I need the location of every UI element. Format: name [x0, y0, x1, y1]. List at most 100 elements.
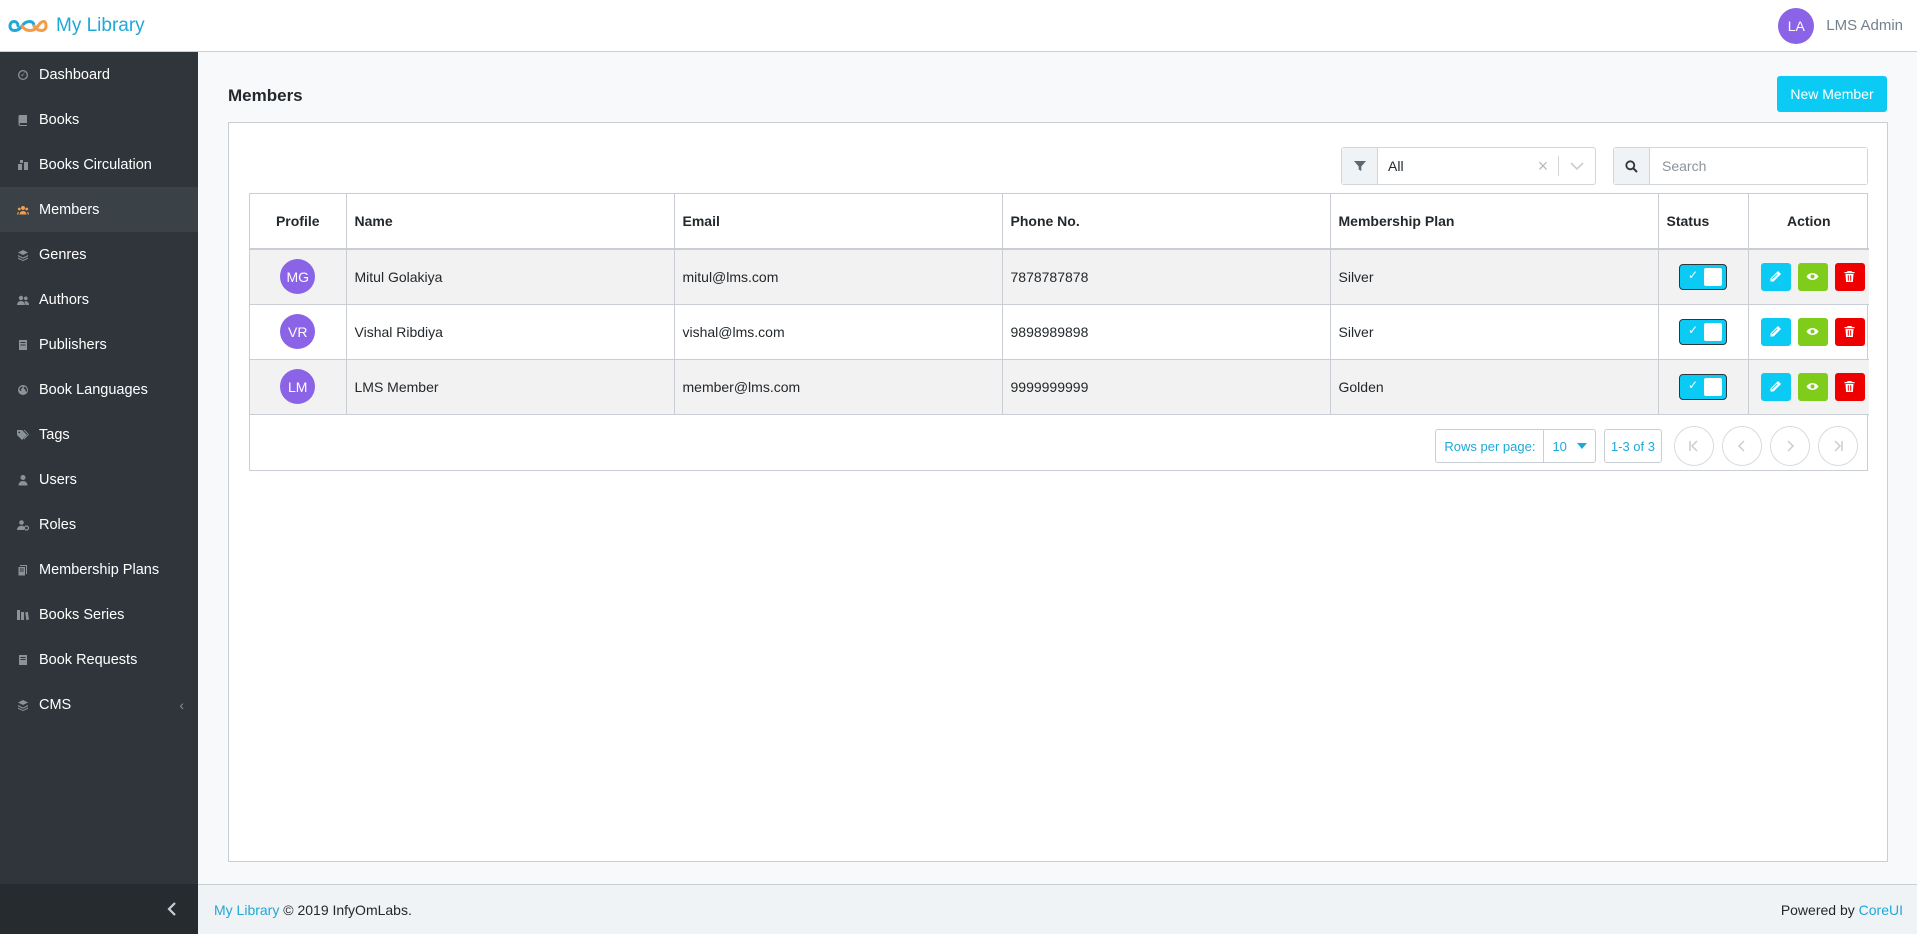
delete-button[interactable] — [1834, 262, 1865, 291]
view-button[interactable] — [1797, 262, 1828, 291]
sidebar-item-label: Books Series — [39, 606, 125, 623]
sidebar-item-dashboard[interactable]: Dashboard — [0, 52, 198, 97]
email-cell: mitul@lms.com — [674, 249, 1003, 305]
infinity-logo-icon — [8, 19, 48, 32]
previous-page-button[interactable] — [1722, 426, 1762, 466]
view-button[interactable] — [1797, 372, 1828, 401]
sidebar-item-genres[interactable]: Genres — [0, 232, 198, 277]
first-page-icon — [1689, 440, 1698, 452]
sidebar-item-members[interactable]: Members — [0, 187, 198, 232]
sidebar-item-label: Roles — [39, 516, 77, 533]
column-header-membership-plan[interactable]: Membership Plan — [1330, 194, 1659, 250]
profile-cell: LM — [250, 359, 347, 415]
check-icon: ✓ — [1688, 377, 1699, 392]
sidebar-item-book-requests[interactable]: Book Requests — [0, 637, 198, 682]
chevron-right-icon — [1787, 440, 1795, 452]
column-header-name[interactable]: Name — [346, 194, 675, 250]
column-header-status[interactable]: Status — [1658, 194, 1749, 250]
sidebar-item-tags[interactable]: Tags — [0, 412, 198, 457]
sidebar-item-label: CMS — [39, 696, 72, 713]
edit-button[interactable] — [1760, 262, 1791, 291]
plan-cell: Silver — [1330, 304, 1659, 360]
sidebar-item-membership-plans[interactable]: Membership Plans — [0, 547, 198, 592]
check-icon: ✓ — [1688, 267, 1699, 282]
rows-per-page-select[interactable]: 10 — [1544, 430, 1594, 462]
sidebar-item-label: Publishers — [39, 336, 107, 353]
check-icon: ✓ — [1688, 322, 1699, 337]
column-header-profile[interactable]: Profile — [250, 194, 347, 250]
search-input[interactable] — [1650, 148, 1867, 184]
chevron-left-icon — [1737, 440, 1745, 452]
sidebar-minimizer[interactable] — [0, 884, 198, 934]
sidebar-item-label: Books — [39, 111, 80, 128]
user-menu[interactable]: LA LMS Admin — [1778, 7, 1903, 44]
first-page-button[interactable] — [1674, 426, 1714, 466]
eye-icon — [1806, 328, 1819, 335]
status-cell: ✓ — [1658, 304, 1749, 360]
sidebar-item-cms[interactable]: CMS ‹ — [0, 682, 198, 727]
sidebar-item-books-circulation[interactable]: Books Circulation — [0, 142, 198, 187]
members-table: Profile Name Email Phone No. Membership … — [249, 193, 1869, 471]
column-header-phone[interactable]: Phone No. — [1002, 194, 1331, 250]
sidebar-item-users[interactable]: Users — [0, 457, 198, 502]
name-cell: Mitul Golakiya — [346, 249, 675, 305]
chevron-down-icon[interactable] — [1559, 148, 1595, 184]
avatar[interactable]: LA — [1778, 7, 1815, 44]
avatar: VR — [280, 314, 316, 349]
edit-button[interactable] — [1760, 372, 1791, 401]
view-button[interactable] — [1797, 317, 1828, 346]
last-page-button[interactable] — [1818, 426, 1858, 466]
pagination: Rows per page: 10 1-3 of 3 — [1435, 426, 1858, 466]
trash-icon — [1844, 326, 1855, 337]
users-group-icon — [16, 203, 30, 217]
next-page-button[interactable] — [1770, 426, 1810, 466]
speedometer-icon — [16, 68, 30, 82]
action-cell — [1748, 359, 1869, 415]
footer-brand-link[interactable]: My Library — [214, 902, 279, 918]
tags-icon — [16, 428, 30, 442]
close-icon[interactable]: × — [1528, 148, 1558, 184]
plan-cell: Golden — [1330, 359, 1659, 415]
layers-icon — [16, 248, 30, 262]
sidebar-item-book-languages[interactable]: Book Languages — [0, 367, 198, 412]
footer-copyright: © 2019 InfyOmLabs. — [283, 901, 412, 918]
user-name[interactable]: LMS Admin — [1826, 17, 1903, 34]
plan-cell: Silver — [1330, 249, 1659, 305]
sidebar-item-authors[interactable]: Authors — [0, 277, 198, 322]
brand-name: My Library — [56, 14, 145, 36]
status-toggle[interactable]: ✓ — [1679, 263, 1727, 290]
series-icon — [16, 608, 30, 622]
status-filter-select[interactable]: All × — [1341, 147, 1596, 185]
footer-right: Powered by CoreUI — [1781, 902, 1903, 918]
delete-button[interactable] — [1834, 317, 1865, 346]
sidebar-item-label: Genres — [39, 246, 87, 263]
avatar: MG — [280, 259, 316, 295]
sidebar-item-books-series[interactable]: Books Series — [0, 592, 198, 637]
clipboard-icon — [16, 563, 30, 577]
eye-icon — [1806, 383, 1819, 390]
trash-icon — [1844, 381, 1855, 392]
rows-per-page: Rows per page: 10 — [1435, 429, 1596, 463]
status-toggle[interactable]: ✓ — [1679, 373, 1727, 400]
footer-coreui-link[interactable]: CoreUI — [1859, 902, 1903, 918]
name-cell: LMS Member — [346, 359, 675, 415]
sidebar-item-roles[interactable]: Roles — [0, 502, 198, 547]
status-toggle[interactable]: ✓ — [1679, 318, 1727, 345]
column-header-email[interactable]: Email — [674, 194, 1003, 250]
table-row: VR Vishal Ribdiya vishal@lms.com 9898989… — [250, 304, 1869, 360]
caret-down-icon — [1576, 443, 1587, 449]
brand[interactable]: My Library — [8, 15, 145, 37]
sidebar-item-books[interactable]: Books — [0, 97, 198, 142]
column-header-action: Action — [1748, 194, 1869, 250]
footer-left: My Library © 2019 InfyOmLabs. — [214, 902, 412, 918]
circulation-icon — [16, 158, 30, 172]
new-member-button[interactable]: New Member — [1777, 76, 1887, 112]
status-cell: ✓ — [1658, 359, 1749, 415]
delete-button[interactable] — [1834, 372, 1865, 401]
globe-icon — [16, 383, 30, 397]
email-cell: member@lms.com — [674, 359, 1003, 415]
edit-button[interactable] — [1760, 317, 1791, 346]
sidebar-item-label: Dashboard — [39, 66, 110, 83]
phone-cell: 9999999999 — [1002, 359, 1331, 415]
sidebar-item-publishers[interactable]: Publishers — [0, 322, 198, 367]
